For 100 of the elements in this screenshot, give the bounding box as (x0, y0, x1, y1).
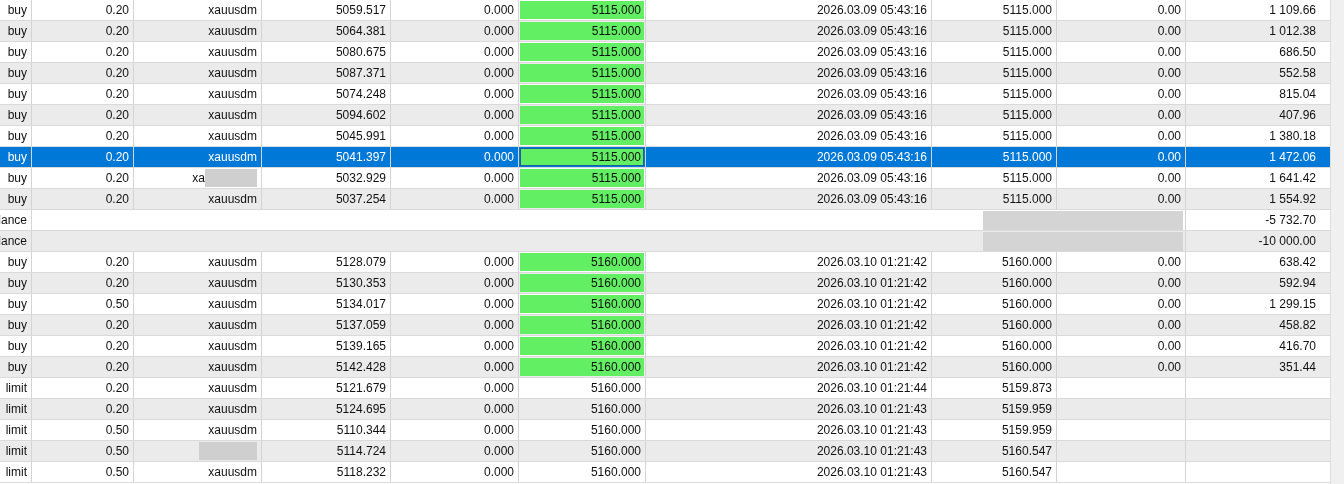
price-cell: 5080.675 (335, 45, 386, 59)
table-row[interactable]: buy 0.20 xauusdm 5064.381 0.000 5115.000 2026.03.09 05:43:16 5115.000 0.00 1 012.38 (0, 21, 1330, 42)
stop-loss-cell: 0.000 (483, 150, 514, 164)
table-row[interactable]: buy 0.20 xauusdm 5087.371 0.000 5115.000 2026.03.09 05:43:16 5115.000 0.00 552.58 (0, 63, 1330, 84)
profit-cell: 1 641.42 (1269, 171, 1316, 185)
price-cell: 5110.344 (336, 423, 386, 437)
profit-cell: 1 109.66 (1269, 3, 1316, 17)
take-profit-cell: 5115.000 (520, 127, 644, 145)
swap-cell: 0.00 (1157, 339, 1181, 353)
symbol-cell: xauusdm (208, 318, 257, 332)
close-price-cell: 5160.000 (1001, 255, 1052, 269)
volume-cell: 0.50 (105, 423, 129, 437)
profit-cell: 1 472.06 (1269, 150, 1316, 164)
time-cell: 2026.03.09 05:43:16 (816, 87, 927, 101)
stop-loss-cell: 0.000 (483, 171, 514, 185)
symbol-cell: xauusdm (208, 465, 257, 479)
take-profit-cell: 5115.000 (520, 106, 644, 124)
volume-cell: 0.20 (105, 108, 129, 122)
table-row[interactable]: buy 0.20 xauusdm 5041.397 0.000 5115.000 2026.03.09 05:43:16 5115.000 0.00 1 472.06 (0, 147, 1330, 168)
take-profit-cell: 5115.000 (520, 190, 644, 208)
take-profit-cell: 5160.000 (520, 316, 644, 334)
symbol-cell: xauusdm (208, 255, 257, 269)
stop-loss-cell: 0.000 (483, 276, 514, 290)
table-row[interactable]: buy 0.20 xauusdm 5128.079 0.000 5160.000 2026.03.10 01:21:42 5160.000 0.00 638.42 (0, 252, 1330, 273)
table-row[interactable]: limit 0.20 xauusdm 5121.679 0.000 5160.000 2026.03.10 01:21:44 5159.873 (0, 378, 1330, 399)
time-cell: 2026.03.10 01:21:44 (816, 381, 927, 395)
symbol-cell: xa (192, 171, 205, 185)
price-cell: 5114.724 (336, 444, 386, 458)
order-type: buy (7, 171, 27, 185)
time-cell: 2026.03.09 05:43:16 (816, 150, 927, 164)
table-row[interactable]: lance -5 732.70 (0, 210, 1330, 231)
order-type: buy (7, 66, 27, 80)
table-row[interactable]: buy 0.20 xauusdm 5094.602 0.000 5115.000 2026.03.09 05:43:16 5115.000 0.00 407.96 (0, 105, 1330, 126)
order-type: buy (7, 150, 27, 164)
stop-loss-cell: 0.000 (483, 465, 514, 479)
price-cell: 5128.079 (335, 255, 386, 269)
table-row[interactable]: buy 0.20 xauusdm 5080.675 0.000 5115.000 2026.03.09 05:43:16 5115.000 0.00 686.50 (0, 42, 1330, 63)
table-row[interactable]: buy 0.20 xauusdm 5037.254 0.000 5115.000 2026.03.09 05:43:16 5115.000 0.00 1 554.92 (0, 189, 1330, 210)
profit-cell: 638.42 (1279, 255, 1316, 269)
take-profit-cell: 5160.000 (520, 274, 644, 292)
table-row[interactable]: buy 0.20 xauusdm 5137.059 0.000 5160.000 2026.03.10 01:21:42 5160.000 0.00 458.82 (0, 315, 1330, 336)
profit-cell: 552.58 (1279, 66, 1316, 80)
stop-loss-cell: 0.000 (483, 381, 514, 395)
order-type: buy (7, 108, 27, 122)
table-row[interactable]: buy 0.20 xa 5032.929 0.000 5115.000 2026.03.09 05:43:16 5115.000 0.00 1 641.42 (0, 168, 1330, 189)
table-row[interactable]: buy 0.20 xauusdm 5142.428 0.000 5160.000 2026.03.10 01:21:42 5160.000 0.00 351.44 (0, 357, 1330, 378)
table-row[interactable]: buy 0.20 xauusdm 5059.517 0.000 5115.000 2026.03.09 05:43:16 5115.000 0.00 1 109.66 (0, 0, 1330, 21)
symbol-cell: xauusdm (208, 360, 257, 374)
order-type: lance (0, 213, 27, 227)
take-profit-cell: 5115.000 (520, 148, 644, 166)
time-cell: 2026.03.09 05:43:16 (816, 171, 927, 185)
time-cell: 2026.03.10 01:21:42 (816, 297, 927, 311)
close-price-cell: 5160.000 (1001, 276, 1052, 290)
stop-loss-cell: 0.000 (483, 339, 514, 353)
profit-cell: 1 554.92 (1269, 192, 1316, 206)
stop-loss-cell: 0.000 (483, 402, 514, 416)
close-price-cell: 5160.000 (1001, 318, 1052, 332)
table-row[interactable]: limit 0.20 xauusdm 5124.695 0.000 5160.000 2026.03.10 01:21:43 5159.959 (0, 399, 1330, 420)
price-cell: 5124.695 (335, 402, 386, 416)
table-row[interactable]: buy 0.20 xauusdm 5045.991 0.000 5115.000 2026.03.09 05:43:16 5115.000 0.00 1 380.18 (0, 126, 1330, 147)
take-profit-cell: 5160.000 (520, 358, 644, 376)
close-price-cell: 5115.000 (1002, 150, 1052, 164)
scrollbar[interactable] (1330, 0, 1344, 484)
table-row[interactable]: buy 0.20 xauusdm 5074.248 0.000 5115.000 2026.03.09 05:43:16 5115.000 0.00 815.04 (0, 84, 1330, 105)
order-type: buy (7, 87, 27, 101)
price-cell: 5087.371 (335, 66, 386, 80)
profit-cell: 1 299.15 (1269, 297, 1316, 311)
symbol-cell: xauusdm (208, 339, 257, 353)
take-profit-cell: 5160.000 (520, 253, 644, 271)
stop-loss-cell: 0.000 (483, 192, 514, 206)
swap-cell: 0.00 (1157, 108, 1181, 122)
volume-cell: 0.20 (105, 66, 129, 80)
table-row[interactable]: buy 0.50 xauusdm 5134.017 0.000 5160.000 2026.03.10 01:21:42 5160.000 0.00 1 299.15 (0, 294, 1330, 315)
volume-cell: 0.20 (105, 255, 129, 269)
table-row[interactable]: limit 0.50 xauusdm 5110.344 0.000 5160.000 2026.03.10 01:21:43 5159.959 (0, 420, 1330, 441)
take-profit-cell: 5160.000 (520, 295, 644, 313)
stop-loss-cell: 0.000 (483, 24, 514, 38)
close-price-cell: 5160.000 (1001, 297, 1052, 311)
volume-cell: 0.20 (105, 192, 129, 206)
order-type: limit (5, 381, 27, 395)
close-price-cell: 5160.547 (1001, 465, 1052, 479)
table-row[interactable]: limit 0.50 5114.724 0.000 5160.000 2026.03.10 01:21:43 5160.547 (0, 441, 1330, 462)
take-profit-cell-text: 5160.000 (589, 401, 642, 418)
time-cell: 2026.03.10 01:21:43 (816, 465, 927, 479)
table-row[interactable]: lance -10 000.00 (0, 231, 1330, 252)
swap-cell: 0.00 (1157, 276, 1181, 290)
volume-cell: 0.50 (105, 444, 129, 458)
close-price-cell: 5115.000 (1002, 129, 1052, 143)
close-price-cell: 5160.000 (1001, 360, 1052, 374)
volume-cell: 0.20 (105, 276, 129, 290)
table-row[interactable]: limit 0.50 xauusdm 5118.232 0.000 5160.000 2026.03.10 01:21:43 5160.547 (0, 462, 1330, 483)
table-row[interactable]: buy 0.20 xauusdm 5139.165 0.000 5160.000 2026.03.10 01:21:42 5160.000 0.00 416.70 (0, 336, 1330, 357)
table-row[interactable]: buy 0.20 xauusdm 5130.353 0.000 5160.000 2026.03.10 01:21:42 5160.000 0.00 592.94 (0, 273, 1330, 294)
take-profit-cell: 5115.000 (520, 1, 644, 19)
symbol-cell: xauusdm (208, 108, 257, 122)
stop-loss-cell: 0.000 (483, 318, 514, 332)
order-type: buy (7, 297, 27, 311)
symbol-cell: xauusdm (208, 87, 257, 101)
time-cell: 2026.03.09 05:43:16 (816, 66, 927, 80)
volume-cell: 0.20 (105, 318, 129, 332)
